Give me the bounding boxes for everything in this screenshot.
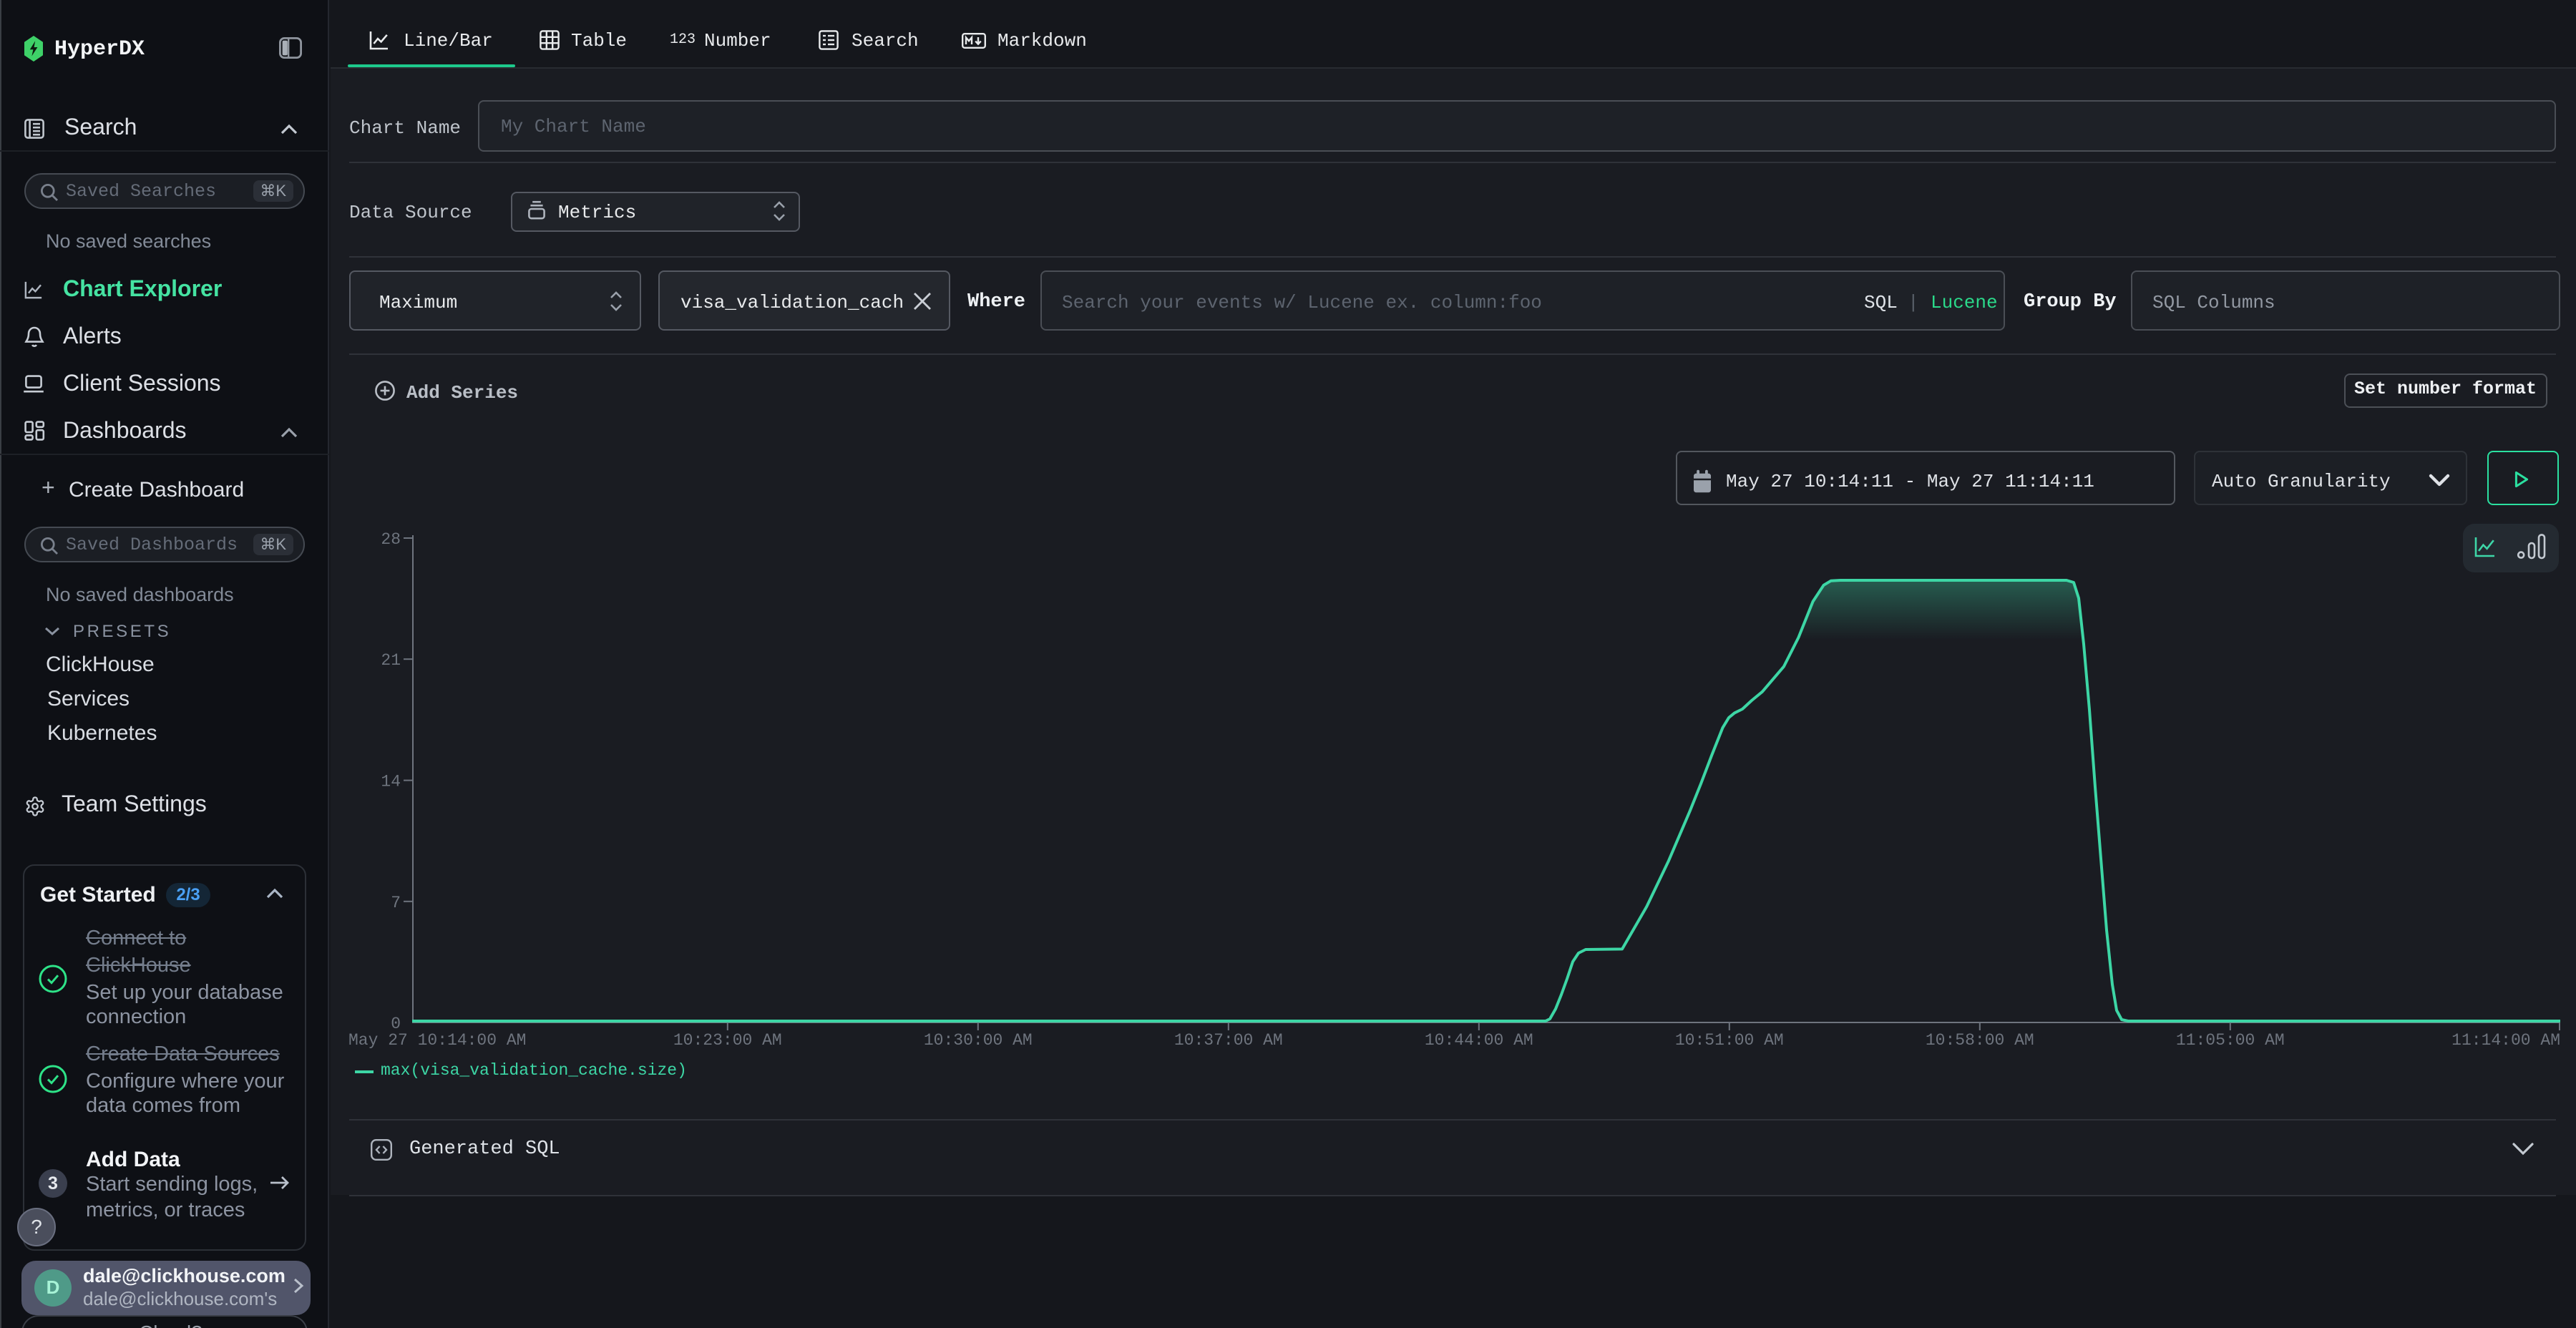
svg-text:10:51:00 AM: 10:51:00 AM <box>1675 1031 1784 1050</box>
svg-text:7: 7 <box>391 894 401 912</box>
svg-text:10:30:00 AM: 10:30:00 AM <box>924 1031 1033 1050</box>
svg-text:10:37:00 AM: 10:37:00 AM <box>1174 1031 1283 1050</box>
svg-text:10:58:00 AM: 10:58:00 AM <box>1926 1031 2034 1050</box>
svg-text:14: 14 <box>381 773 401 791</box>
svg-text:11:14:00 AM: 11:14:00 AM <box>2451 1031 2560 1050</box>
svg-text:28: 28 <box>381 530 401 549</box>
svg-text:11:05:00 AM: 11:05:00 AM <box>2176 1031 2285 1050</box>
svg-text:21: 21 <box>381 651 401 670</box>
svg-text:10:23:00 AM: 10:23:00 AM <box>673 1031 782 1050</box>
svg-text:10:44:00 AM: 10:44:00 AM <box>1425 1031 1533 1050</box>
svg-text:May 27 10:14:00 AM: May 27 10:14:00 AM <box>348 1031 526 1050</box>
